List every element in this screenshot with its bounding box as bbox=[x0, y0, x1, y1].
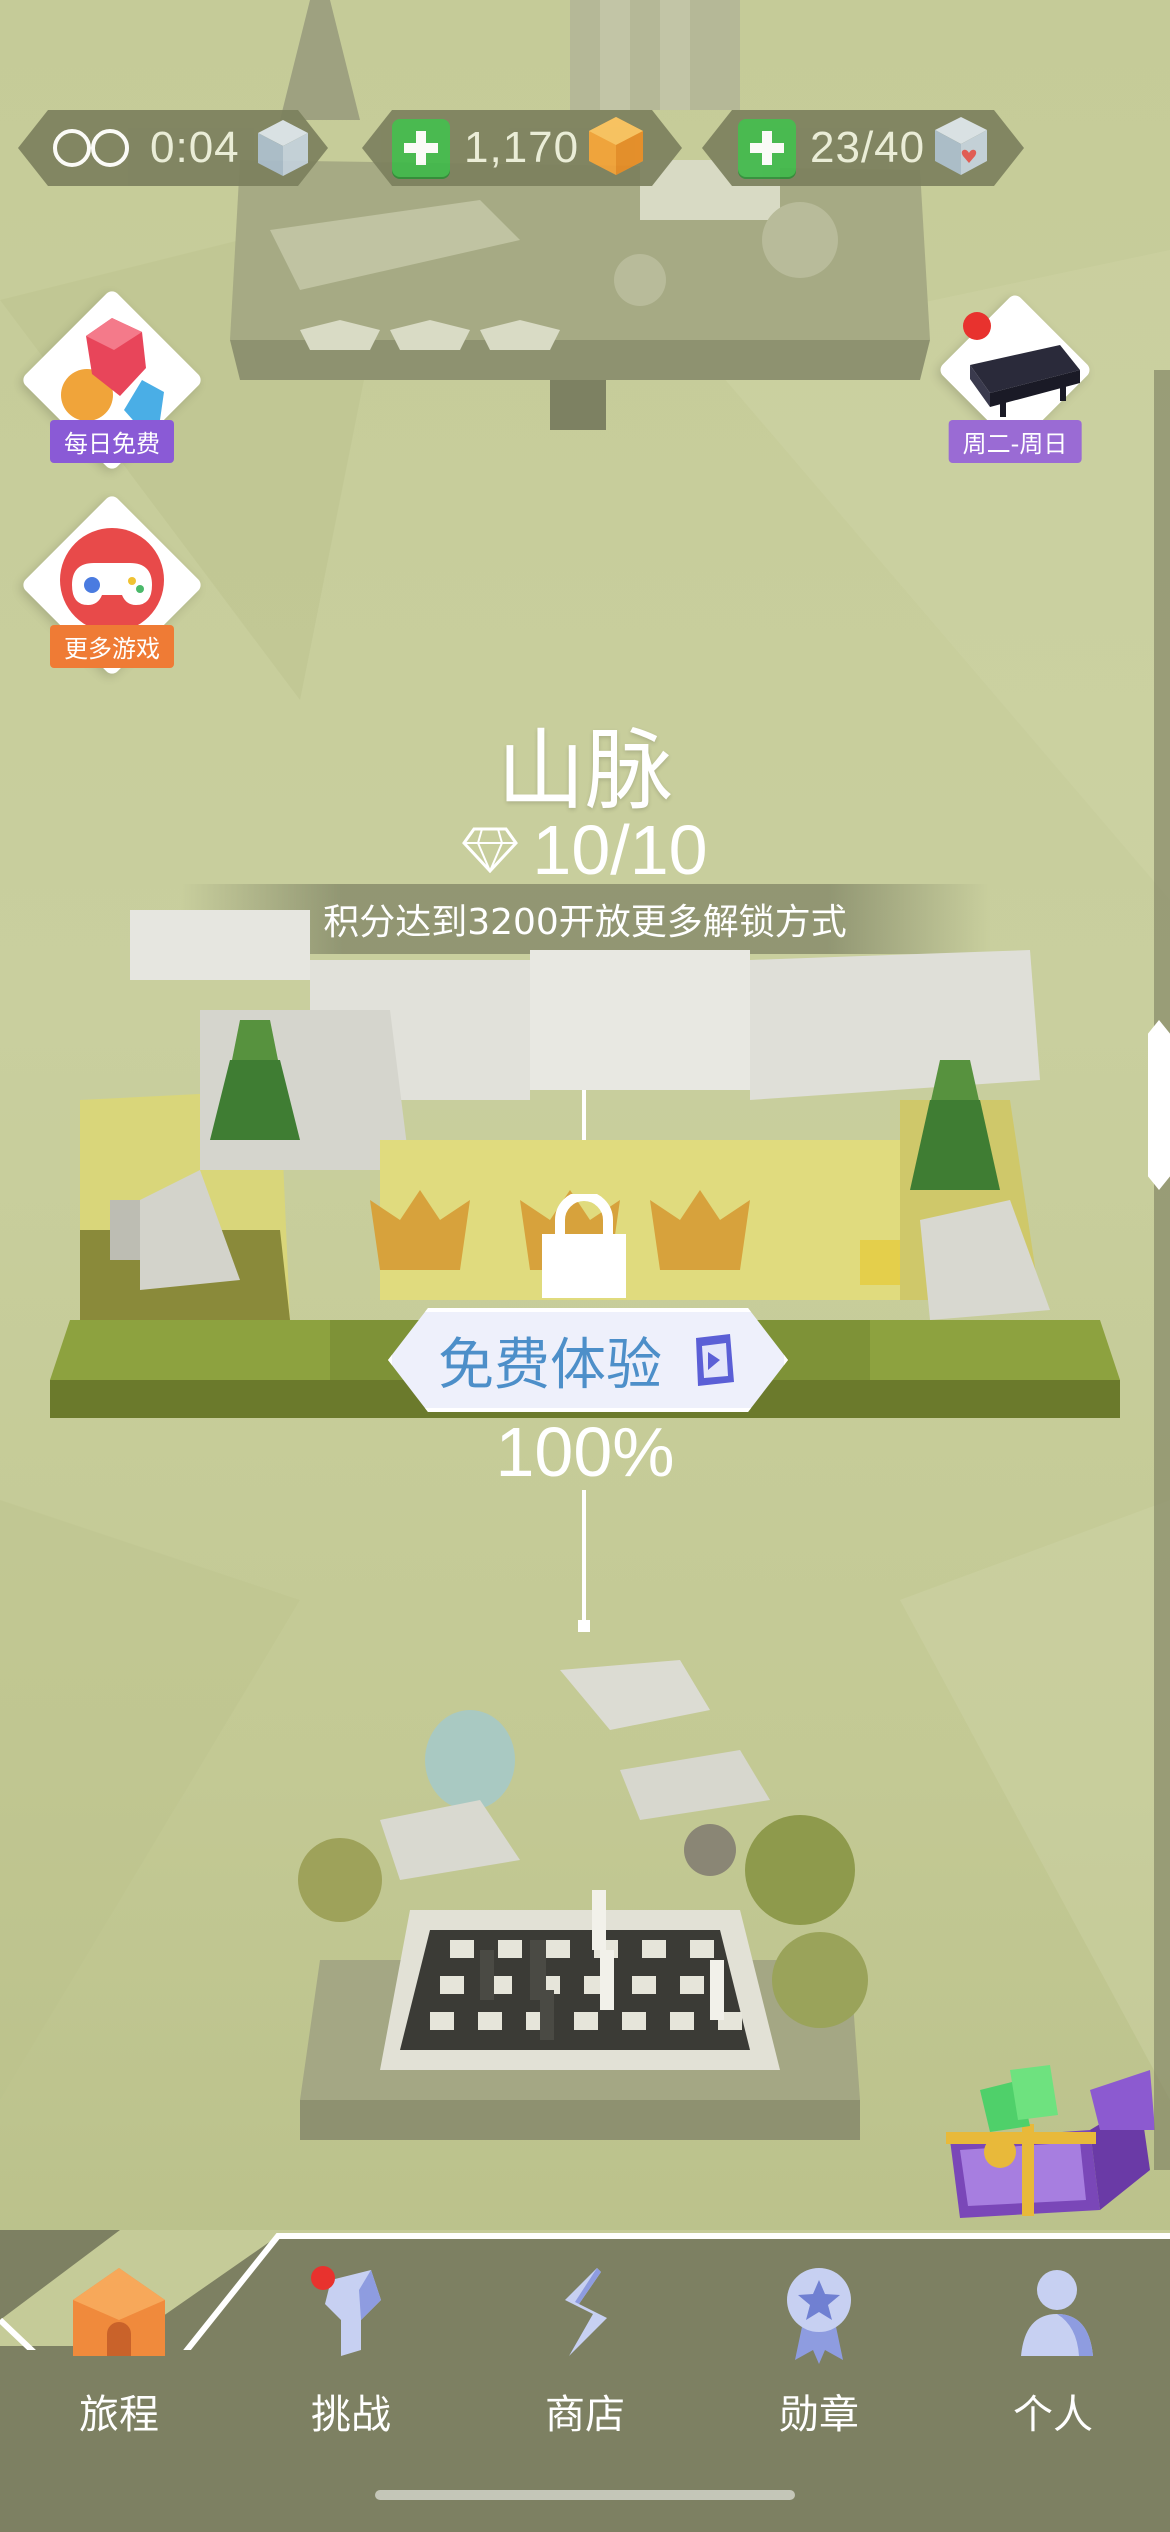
level-scroll-thumb[interactable] bbox=[1148, 1020, 1170, 1190]
nav-label-journey: 旅程 bbox=[79, 2392, 159, 2438]
piano-event-button[interactable]: 周二-周日 bbox=[925, 292, 1105, 480]
add-gems-button[interactable] bbox=[392, 119, 450, 177]
path-connector-bottom bbox=[582, 1490, 586, 1620]
nav-tab-profile[interactable]: 个人 bbox=[936, 2260, 1170, 2490]
timer-value: 0:04 bbox=[150, 123, 240, 172]
medal-icon bbox=[787, 2268, 851, 2364]
free-trial-label: 免费体验 bbox=[438, 1332, 662, 1398]
level-title: 山脉 bbox=[496, 719, 673, 822]
gems-pill: 1,170 bbox=[362, 110, 682, 186]
gem-progress: 10/10 bbox=[0, 810, 1170, 890]
free-trial-button[interactable]: 免费体验 bbox=[388, 1308, 788, 1412]
home-icon bbox=[73, 2268, 165, 2356]
nav-tab-shop[interactable]: 商店 bbox=[468, 2260, 702, 2490]
video-cube-icon bbox=[688, 1332, 738, 1388]
nav-label-medals: 勋章 bbox=[779, 2392, 859, 2438]
heart-cube-icon bbox=[933, 115, 989, 181]
gem-progress-value: 10/10 bbox=[532, 811, 708, 889]
nav-tab-challenge[interactable]: 挑战 bbox=[234, 2260, 468, 2490]
lives-value: 23/40 bbox=[810, 123, 926, 172]
profile-icon bbox=[1021, 2270, 1093, 2356]
infinity-icon bbox=[52, 126, 132, 170]
more-games-label: 更多游戏 bbox=[50, 625, 174, 668]
timer-pill: 0:04 bbox=[18, 110, 328, 186]
gems-value: 1,170 bbox=[464, 123, 580, 172]
add-lives-button[interactable] bbox=[738, 119, 796, 177]
lives-pill: 23/40 bbox=[702, 110, 1024, 186]
home-indicator[interactable] bbox=[375, 2490, 795, 2500]
daily-free-label: 每日免费 bbox=[50, 420, 174, 463]
nav-label-challenge: 挑战 bbox=[311, 2392, 391, 2438]
weekend-label: 周二-周日 bbox=[948, 420, 1082, 463]
challenge-icon bbox=[311, 2266, 381, 2356]
diamond-outline-icon bbox=[462, 827, 519, 873]
treasure-chest-icon[interactable] bbox=[940, 2060, 1160, 2220]
chess-level-island[interactable] bbox=[280, 1650, 920, 2190]
notification-dot bbox=[963, 312, 991, 340]
more-games-button[interactable]: 更多游戏 bbox=[20, 493, 204, 685]
nav-tab-journey[interactable]: 旅程 bbox=[2, 2260, 236, 2490]
nav-label-profile: 个人 bbox=[1013, 2392, 1093, 2438]
nav-tab-medals[interactable]: 勋章 bbox=[702, 2260, 936, 2490]
top-island-scenery bbox=[230, 0, 930, 430]
shop-icon bbox=[565, 2268, 607, 2356]
cube-icon bbox=[256, 118, 310, 178]
lock-icon bbox=[542, 1194, 626, 1298]
completion-percent: 100% bbox=[495, 1413, 675, 1491]
gamepad-icon bbox=[60, 528, 164, 632]
daily-free-button[interactable]: 每日免费 bbox=[20, 288, 204, 480]
level-scroll-rail[interactable] bbox=[1154, 370, 1170, 2170]
orange-gem-icon bbox=[585, 115, 647, 181]
path-node-bottom bbox=[578, 1620, 590, 1632]
nav-label-shop: 商店 bbox=[545, 2392, 625, 2438]
